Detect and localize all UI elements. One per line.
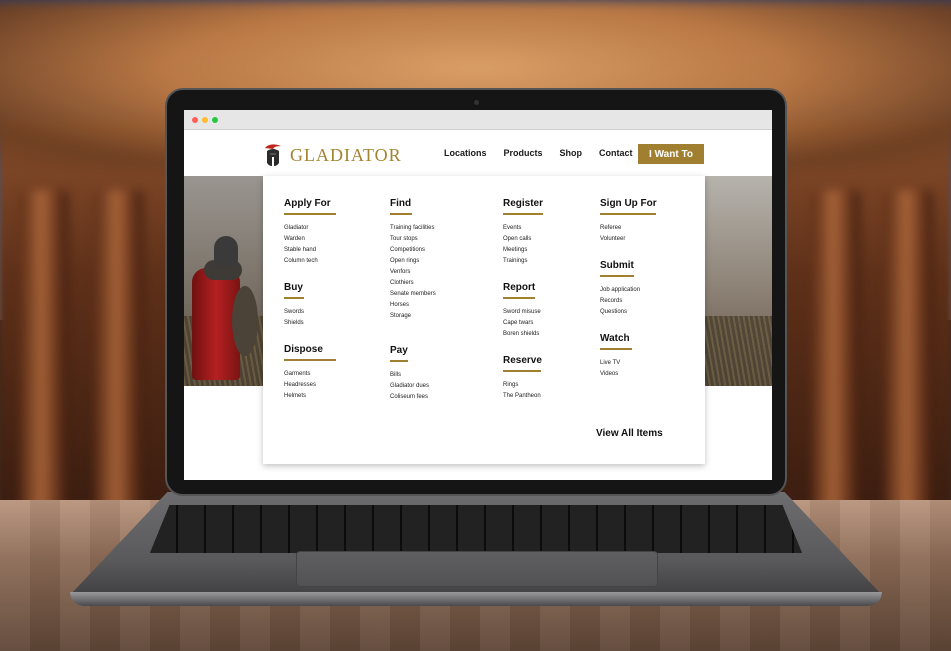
menu-group-title: Report	[503, 282, 536, 293]
menu-link[interactable]: Bills	[390, 370, 429, 381]
menu-group-submit: Submit Job application Records Questions	[600, 260, 640, 318]
menu-link[interactable]: Records	[600, 296, 640, 307]
menu-link[interactable]: Videos	[600, 369, 632, 380]
browser-screen: GLADIATOR Locations Products Shop Contac…	[184, 110, 772, 480]
menu-link[interactable]: Headresses	[284, 380, 336, 391]
menu-group-title: Reserve	[503, 355, 542, 366]
temple-column	[885, 190, 933, 520]
keyboard	[150, 505, 802, 553]
camera	[474, 100, 479, 105]
menu-group-watch: Watch Live TV Videos	[600, 333, 632, 380]
title-underline	[600, 275, 634, 277]
nav-item-products[interactable]: Products	[504, 148, 543, 158]
menu-group-title: Pay	[390, 345, 408, 356]
menu-group-dispose: Dispose Garments Headresses Helmets	[284, 344, 336, 402]
i-want-to-button[interactable]: I Want To	[638, 144, 704, 164]
title-underline	[503, 213, 543, 215]
menu-link[interactable]: Venfors	[390, 267, 436, 278]
close-window-button[interactable]	[192, 117, 198, 123]
maximize-window-button[interactable]	[212, 117, 218, 123]
menu-link[interactable]: Storage	[390, 311, 436, 322]
temple-column	[812, 190, 860, 520]
menu-link[interactable]: Gladiator dues	[390, 381, 429, 392]
nav-item-contact[interactable]: Contact	[599, 148, 633, 158]
minimize-window-button[interactable]	[202, 117, 208, 123]
menu-group-sign-up-for: Sign Up For Referee Volunteer	[600, 198, 657, 245]
menu-link[interactable]: Helmets	[284, 391, 336, 402]
menu-link[interactable]: Events	[503, 223, 543, 234]
gladiator-helmet	[214, 236, 238, 266]
temple-column	[95, 190, 143, 520]
menu-group-apply-for: Apply For Gladiator Warden Stable hand C…	[284, 198, 336, 267]
menu-link[interactable]: Gladiator	[284, 223, 336, 234]
menu-link[interactable]: Horses	[390, 300, 436, 311]
spartan-helmet-icon	[265, 144, 281, 166]
menu-link[interactable]: Tour stops	[390, 234, 436, 245]
title-underline	[503, 370, 541, 372]
menu-group-title: Apply For	[284, 198, 331, 209]
menu-link[interactable]: Open calls	[503, 234, 543, 245]
menu-link[interactable]: Sword misuse	[503, 307, 541, 318]
menu-link[interactable]: Live TV	[600, 358, 632, 369]
nav-item-shop[interactable]: Shop	[560, 148, 583, 158]
hero-image-field	[704, 176, 772, 386]
menu-group-title: Sign Up For	[600, 198, 657, 209]
menu-group-title: Find	[390, 198, 412, 209]
menu-link[interactable]: Volunteer	[600, 234, 657, 245]
nav-item-locations[interactable]: Locations	[444, 148, 487, 158]
site-logo[interactable]: GLADIATOR	[262, 141, 402, 169]
menu-link[interactable]: Referee	[600, 223, 657, 234]
main-nav: Locations Products Shop Contact	[444, 148, 633, 158]
menu-link[interactable]: Competitions	[390, 245, 436, 256]
title-underline	[600, 213, 656, 215]
menu-group-title: Watch	[600, 333, 630, 344]
menu-link[interactable]: Questions	[600, 307, 640, 318]
view-all-items-link[interactable]: View All Items	[596, 428, 663, 439]
menu-group-title: Dispose	[284, 344, 323, 355]
menu-link[interactable]: Senate members	[390, 289, 436, 300]
trackpad	[296, 551, 658, 587]
menu-group-title: Buy	[284, 282, 303, 293]
menu-link[interactable]: Cape twars	[503, 318, 541, 329]
menu-group-title: Submit	[600, 260, 634, 271]
title-underline	[503, 297, 535, 299]
menu-link[interactable]: Job application	[600, 285, 640, 296]
menu-link[interactable]: Coliseum fees	[390, 392, 429, 403]
menu-link[interactable]: Swords	[284, 307, 304, 318]
laptop-base-edge	[70, 592, 882, 606]
browser-chrome	[184, 110, 772, 130]
menu-group-report: Report Sword misuse Cape twars Boren shi…	[503, 282, 541, 340]
menu-link[interactable]: Shields	[284, 318, 304, 329]
menu-link[interactable]: Open rings	[390, 256, 436, 267]
menu-link[interactable]: Training facilities	[390, 223, 436, 234]
menu-group-find: Find Training facilities Tour stops Comp…	[390, 198, 436, 322]
menu-link[interactable]: Clothiers	[390, 278, 436, 289]
menu-group-buy: Buy Swords Shields	[284, 282, 304, 329]
title-underline	[390, 213, 412, 215]
menu-group-title: Register	[503, 198, 544, 209]
menu-link[interactable]: Meetings	[503, 245, 543, 256]
menu-group-register: Register Events Open calls Meetings Trai…	[503, 198, 543, 267]
menu-link[interactable]: Trainings	[503, 256, 543, 267]
menu-group-pay: Pay Bills Gladiator dues Coliseum fees	[390, 345, 429, 403]
menu-link[interactable]: Stable hand	[284, 245, 336, 256]
menu-link[interactable]: Boren shields	[503, 329, 541, 340]
menu-link[interactable]: Garments	[284, 369, 336, 380]
menu-link[interactable]: The Pantheon	[503, 391, 542, 402]
title-underline	[284, 213, 336, 215]
gladiator-shield	[232, 286, 258, 356]
menu-link[interactable]: Warden	[284, 234, 336, 245]
mega-menu: Apply For Gladiator Warden Stable hand C…	[263, 176, 705, 464]
menu-link[interactable]: Column tech	[284, 256, 336, 267]
title-underline	[284, 297, 304, 299]
temple-column	[20, 190, 68, 520]
menu-group-reserve: Reserve Rings The Pantheon	[503, 355, 542, 402]
title-underline	[284, 359, 336, 361]
menu-link[interactable]: Rings	[503, 380, 542, 391]
hero-grass	[704, 316, 772, 386]
hero-image-gladiator	[184, 176, 264, 386]
title-underline	[600, 348, 632, 350]
brand-name: GLADIATOR	[290, 144, 402, 165]
title-underline	[390, 360, 408, 362]
